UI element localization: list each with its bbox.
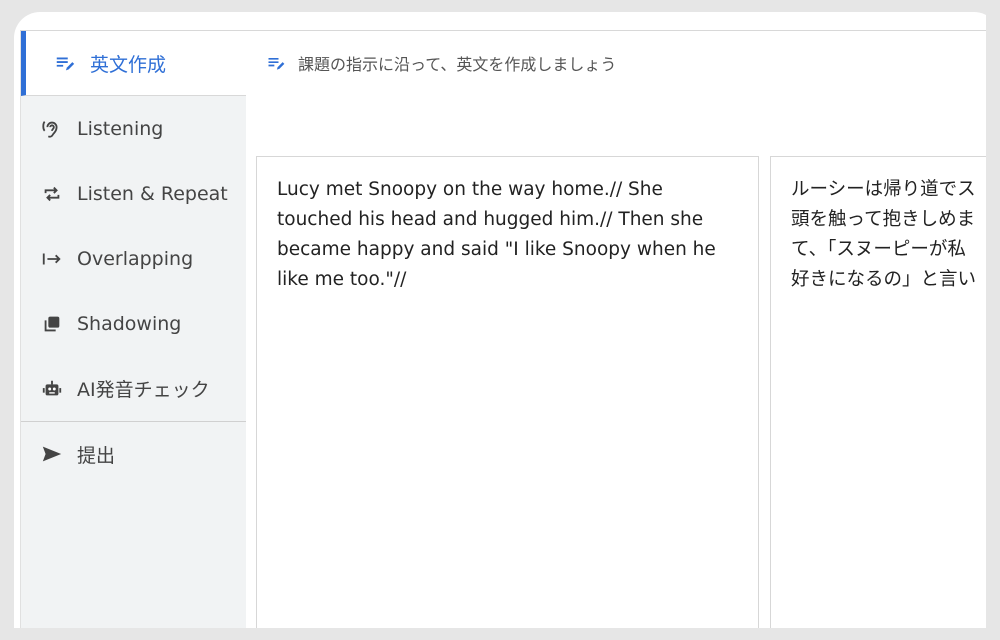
sidebar-item-label: Shadowing — [77, 312, 182, 335]
app: 英文作成 Listening Listen & Repeat Overlappi… — [20, 30, 1000, 640]
english-text-area[interactable]: Lucy met Snoopy on the way home.// She t… — [256, 156, 759, 640]
send-icon — [41, 443, 63, 465]
sidebar-item-label: 提出 — [77, 444, 116, 467]
sidebar-item-label: Listening — [77, 117, 164, 140]
robot-icon — [41, 378, 63, 400]
edit-note-icon — [266, 53, 286, 73]
english-text: Lucy met Snoopy on the way home.// She t… — [277, 179, 716, 290]
sidebar: 英文作成 Listening Listen & Repeat Overlappi… — [20, 31, 247, 640]
frame-edge — [986, 0, 1000, 640]
sidebar-item-listening[interactable]: Listening — [21, 96, 247, 161]
device-frame: 英文作成 Listening Listen & Repeat Overlappi… — [0, 0, 1000, 640]
sidebar-item-shadowing[interactable]: Shadowing — [21, 291, 247, 356]
arrow-to-line-icon — [41, 248, 63, 270]
copy-stack-icon — [41, 313, 63, 335]
sidebar-item-label: 英文作成 — [90, 53, 167, 76]
sidebar-item-overlapping[interactable]: Overlapping — [21, 226, 247, 291]
repeat-icon — [41, 183, 63, 205]
translation-line: 好きになるの」と言い — [791, 269, 977, 290]
instruction-text: 課題の指示に沿って、英文を作成しましょう — [298, 55, 617, 74]
edit-note-icon — [54, 52, 76, 74]
sidebar-item-writing[interactable]: 英文作成 — [21, 31, 247, 96]
sidebar-item-submit[interactable]: 提出 — [21, 421, 247, 486]
frame-edge — [0, 628, 1000, 640]
sidebar-item-label: Overlapping — [77, 247, 194, 270]
sidebar-item-ai-check[interactable]: AI発音チェック — [21, 356, 247, 421]
translation-line: 頭を触って抱きしめま — [791, 209, 976, 230]
japanese-translation-panel: ルーシーは帰り道でス 頭を触って抱きしめま て、「スヌーピーが私 好きになるの」… — [770, 156, 1000, 640]
instruction-row: 課題の指示に沿って、英文を作成しましょう — [266, 51, 616, 75]
sidebar-item-label: AI発音チェック — [77, 379, 210, 401]
translation-line: ルーシーは帰り道でス — [791, 179, 976, 200]
main-content: 課題の指示に沿って、英文を作成しましょう Lucy met Snoopy on … — [246, 31, 1000, 640]
sidebar-item-label: Listen & Repeat — [77, 182, 228, 205]
sidebar-item-listen-repeat[interactable]: Listen & Repeat — [21, 161, 247, 226]
translation-line: て、「スヌーピーが私 — [791, 239, 966, 260]
screen: 英文作成 Listening Listen & Repeat Overlappi… — [14, 12, 1000, 640]
ear-icon — [41, 118, 63, 140]
